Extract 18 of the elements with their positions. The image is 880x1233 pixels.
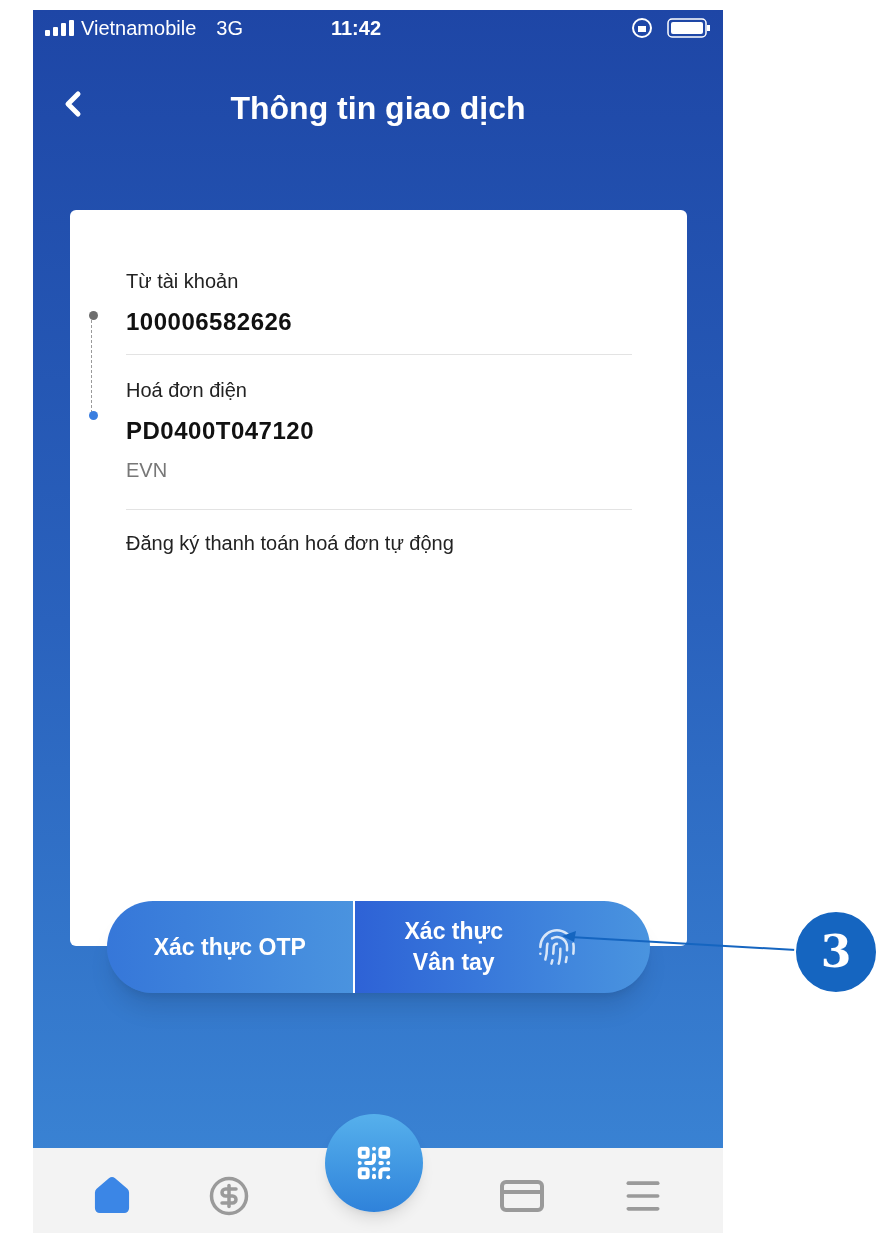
- fingerprint-verify-button[interactable]: Xác thực Vân tay: [354, 901, 650, 993]
- carrier-name: Vietnamobile: [81, 16, 197, 41]
- account-number: 100006582626: [126, 307, 294, 337]
- auto-pay-text: Đăng ký thanh toán hoá đơn tự động: [126, 531, 455, 556]
- screen-title: Thông tin giao dịch: [230, 89, 526, 128]
- field-label: Hoá đơn điện: [126, 378, 248, 403]
- status-time: 11:42: [330, 16, 381, 41]
- bill-code: PD0400T047120: [126, 416, 315, 446]
- callout-number: 3: [794, 910, 878, 994]
- otp-verify-button[interactable]: Xác thực OTP: [107, 901, 355, 993]
- network-type: 3G: [216, 16, 243, 41]
- battery-icon: [667, 18, 711, 38]
- field-label: Từ tài khoản: [126, 269, 240, 294]
- fingerprint-icon: [536, 927, 577, 967]
- rotation-lock-icon: [631, 17, 653, 39]
- provider-name: EVN: [126, 458, 169, 483]
- signal-icon: [45, 20, 75, 36]
- dollar-transfer-icon[interactable]: [207, 1174, 250, 1217]
